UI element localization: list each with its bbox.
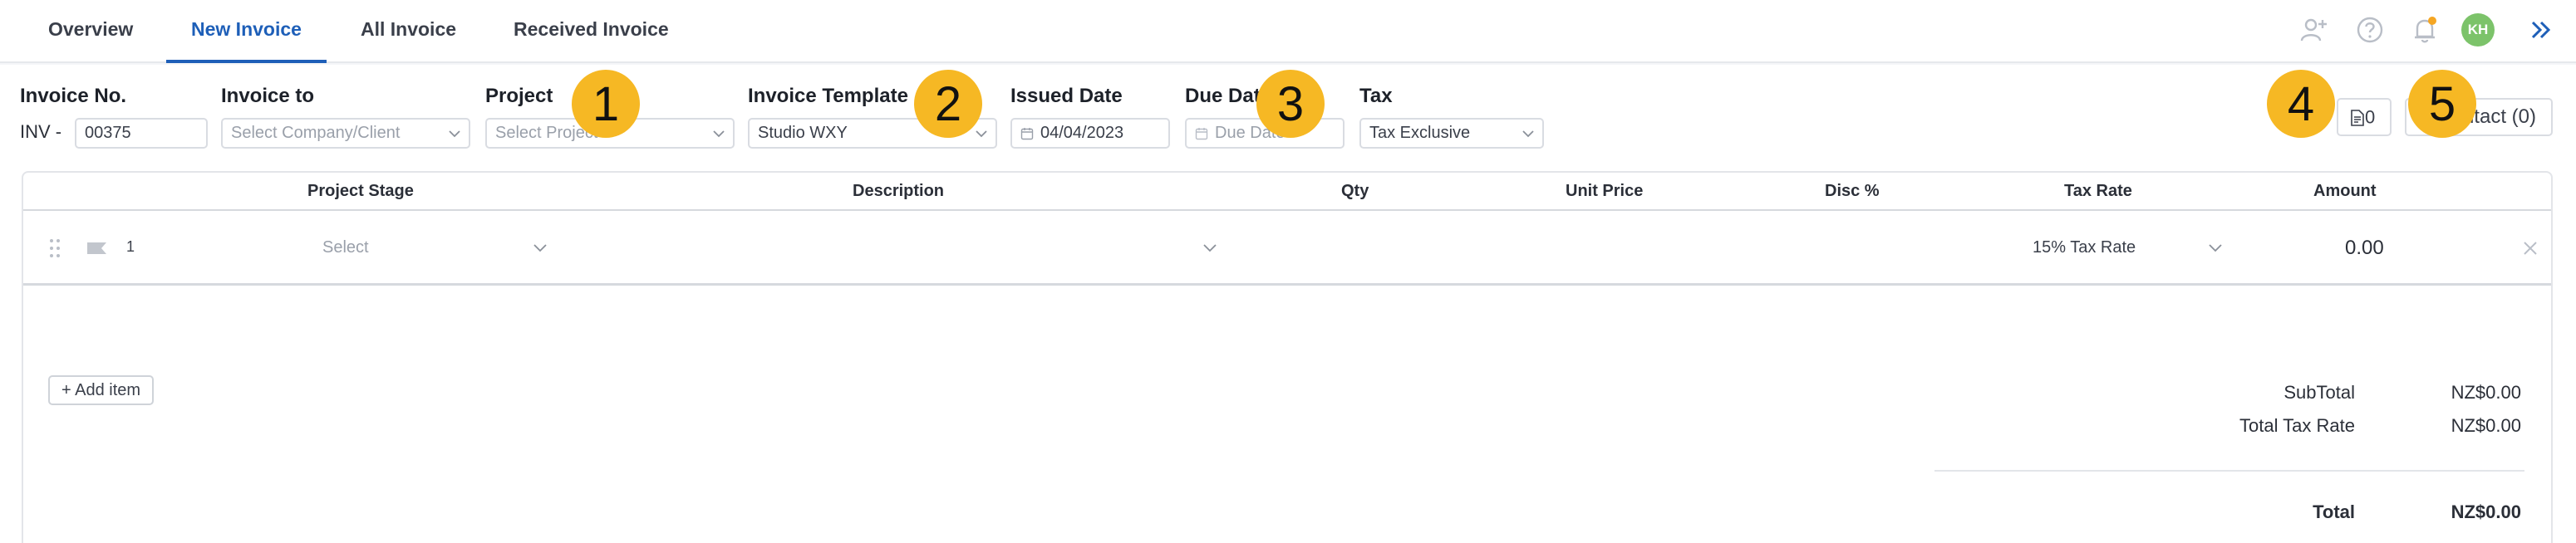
invoice-no-label: Invoice No. — [20, 85, 127, 107]
row-stage-select[interactable]: Select — [322, 238, 369, 257]
row-amount: 0.00 — [2345, 237, 2384, 259]
attachments-count: 0 — [2365, 106, 2376, 128]
total-tax-label: Total Tax Rate — [2239, 415, 2355, 436]
issued-date-input[interactable]: 04/04/2023 — [1010, 118, 1170, 149]
chevron-down-icon[interactable] — [1203, 242, 1217, 254]
header-unit-price: Unit Price — [1566, 182, 1644, 200]
invoice-prefix: INV - — [20, 121, 62, 142]
add-user-icon[interactable] — [2298, 15, 2328, 45]
calendar-icon — [1195, 127, 1208, 139]
table-row: 1 Select 15% Tax Rate 0.00 — [23, 211, 2551, 286]
add-item-button[interactable]: + Add item — [48, 375, 155, 405]
drag-handle-icon[interactable] — [48, 237, 61, 259]
subtotal-value: NZ$0.00 — [2451, 382, 2521, 403]
tab-received-invoice[interactable]: Received Invoice — [514, 0, 669, 63]
remove-row-icon[interactable] — [2523, 241, 2538, 256]
chevron-down-icon[interactable] — [533, 242, 547, 254]
total-label: Total — [2313, 501, 2355, 522]
row-disc-input[interactable] — [1810, 238, 1893, 262]
row-description-input[interactable] — [605, 238, 1236, 262]
bell-icon[interactable] — [2410, 15, 2440, 45]
table-header: Project Stage Description Qty Unit Price… — [23, 173, 2551, 211]
attachments-button[interactable]: 0 — [2337, 98, 2392, 136]
tax-value: Tax Exclusive — [1369, 124, 1471, 142]
flag-icon[interactable] — [86, 241, 108, 256]
notification-dot — [2428, 17, 2436, 25]
avatar[interactable]: KH — [2461, 13, 2495, 46]
chevron-down-icon — [976, 130, 987, 138]
tab-all-invoice[interactable]: All Invoice — [361, 0, 456, 63]
issued-date-label: Issued Date — [1010, 85, 1123, 107]
callout-badge-2: 2 — [914, 70, 982, 138]
top-navigation: Overview New Invoice All Invoice Receive… — [0, 0, 2576, 63]
callout-badge-5: 5 — [2408, 70, 2476, 138]
header-amount: Amount — [2313, 182, 2377, 200]
header-project-stage: Project Stage — [307, 182, 414, 200]
tax-label: Tax — [1359, 85, 1393, 107]
invoice-number-input[interactable]: 00375 — [75, 118, 208, 149]
invoice-template-value: Studio WXY — [758, 124, 848, 142]
header-qty: Qty — [1341, 182, 1369, 200]
chevron-down-icon — [713, 130, 725, 138]
tax-select[interactable]: Tax Exclusive — [1359, 118, 1544, 149]
subtotal-label: SubTotal — [2283, 382, 2355, 403]
tab-new-invoice[interactable]: New Invoice — [166, 0, 327, 63]
row-tax-rate-select[interactable]: 15% Tax Rate — [2033, 238, 2136, 257]
invoice-to-select[interactable]: Select Company/Client — [221, 118, 470, 149]
tab-overview[interactable]: Overview — [48, 0, 133, 63]
chevron-down-icon[interactable] — [2209, 242, 2222, 254]
help-icon[interactable] — [2355, 15, 2385, 45]
callout-badge-3: 3 — [1256, 70, 1325, 138]
header-disc: Disc % — [1825, 182, 1880, 200]
totals-divider — [1934, 470, 2524, 472]
invoice-to-label: Invoice to — [221, 85, 315, 107]
invoice-to-placeholder: Select Company/Client — [231, 124, 401, 142]
issued-date-value: 04/04/2023 — [1040, 124, 1124, 142]
row-index: 1 — [126, 238, 135, 255]
chevron-down-icon — [449, 130, 460, 138]
header-description: Description — [853, 182, 945, 200]
callout-badge-1: 1 — [572, 70, 640, 138]
row-qty-input[interactable] — [1320, 238, 1403, 262]
invoice-items-table: Project Stage Description Qty Unit Price… — [22, 171, 2553, 543]
row-unit-price-input[interactable] — [1552, 238, 1669, 262]
chevron-down-icon — [1522, 130, 1534, 138]
double-chevron-right-icon[interactable] — [2526, 15, 2556, 45]
calendar-icon — [1020, 127, 1034, 139]
document-icon — [2351, 109, 2364, 126]
project-label: Project — [485, 85, 553, 107]
header-tax-rate: Tax Rate — [2064, 182, 2132, 200]
invoice-template-label: Invoice Template — [748, 85, 908, 107]
total-tax-value: NZ$0.00 — [2451, 415, 2521, 436]
callout-badge-4: 4 — [2267, 70, 2335, 138]
total-value: NZ$0.00 — [2451, 501, 2521, 522]
